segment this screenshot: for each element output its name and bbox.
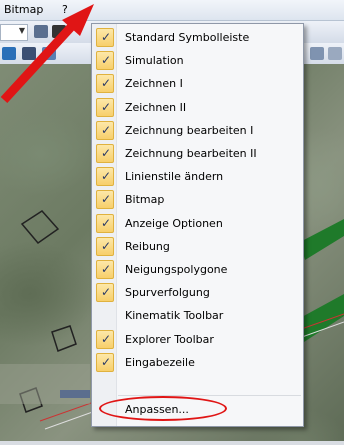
toolbar-icon[interactable]	[328, 47, 342, 60]
menu-item[interactable]: ✓ Reibung	[94, 236, 299, 258]
menu-item-label: Spurverfolgung	[125, 286, 210, 300]
menu-item[interactable]: ✓ Zeichnen I	[94, 73, 299, 95]
menu-item-label: Neigungspolygone	[125, 263, 228, 276]
highlight-ellipse	[99, 396, 227, 421]
menu-item-label: Reibung	[125, 239, 170, 253]
checkmark-icon: ✓	[96, 167, 114, 187]
menu-help[interactable]: ?	[62, 3, 68, 16]
menu-item[interactable]: ✓ Linienstile ändern	[94, 166, 299, 188]
menu-bitmap[interactable]: Bitmap	[4, 3, 43, 16]
chevron-down-icon: ▼	[18, 26, 25, 35]
checkmark-icon: ✓	[96, 120, 114, 140]
toolbar-icon[interactable]	[52, 25, 66, 38]
menu-item-label: Zeichnen I	[125, 77, 183, 91]
menu-item-label: Linienstile ändern	[125, 170, 224, 184]
menu-item[interactable]: ✓ Simulation	[94, 50, 299, 72]
menu-item-label: Zeichnung bearbeiten II	[125, 147, 257, 160]
menu-item-label: Eingabezeile	[125, 355, 195, 369]
checkmark-icon: ✓	[96, 144, 114, 163]
menu-item-label: Anzeige Optionen	[125, 216, 223, 230]
menu-item-label: Explorer Toolbar	[125, 332, 214, 346]
menu-bar: Bitmap ?	[0, 0, 344, 21]
menu-item-label: Simulation	[125, 54, 184, 68]
menu-item[interactable]: ✓ Zeichnen II	[94, 97, 299, 119]
toolbar-icon[interactable]	[34, 25, 48, 38]
checkmark-icon: ✓	[96, 329, 114, 349]
menu-item-label: Bitmap	[125, 193, 165, 207]
checkmark-icon: ✓	[96, 260, 114, 279]
menu-item-label: Zeichnen II	[125, 100, 187, 114]
checkmark-icon: ✓	[96, 51, 114, 71]
checkmark-icon: ✓	[96, 97, 114, 117]
menu-item-label: Zeichnung bearbeiten I	[125, 123, 254, 137]
toolbar-combo[interactable]: ▼	[0, 24, 28, 41]
menu-item[interactable]: ✓ Neigungspolygone	[94, 259, 299, 281]
menu-item[interactable]: ✓ Spurverfolgung	[94, 282, 299, 304]
menu-item[interactable]: ✓ Anzeige Optionen	[94, 213, 299, 235]
checkmark-icon: ✓	[96, 190, 114, 210]
menu-item[interactable]: ✓ Standard Symbolleiste	[94, 27, 299, 49]
menu-item[interactable]: ✓ Eingabezeile	[94, 352, 299, 374]
menu-item[interactable]: ✓ Zeichnung bearbeiten II	[94, 143, 299, 165]
checkmark-icon: ✓	[96, 28, 114, 47]
menu-item[interactable]: ✓ Bitmap	[94, 189, 299, 211]
menu-item-label: Standard Symbolleiste	[125, 31, 250, 44]
checkmark-icon: ✓	[96, 74, 114, 94]
checkmark-icon: ✓	[96, 236, 114, 256]
toolbar-icon[interactable]	[22, 47, 36, 60]
toolbar-context-menu: ✓ Standard Symbolleiste ✓ Simulation ✓ Zeichn…	[91, 23, 304, 427]
menu-item[interactable]: ✓ Explorer Toolbar	[94, 329, 299, 351]
toolbar-icon[interactable]	[310, 47, 324, 60]
menu-item[interactable]: ✓ Zeichnung bearbeiten I	[94, 120, 299, 142]
checkmark-icon: ✓	[96, 352, 114, 372]
menu-item[interactable]: Kinematik Toolbar	[94, 305, 299, 327]
toolbar-icon[interactable]	[2, 47, 16, 60]
checkmark-icon: ✓	[96, 283, 114, 303]
save-icon[interactable]	[42, 47, 56, 60]
checkmark-icon: ✓	[96, 213, 114, 233]
menu-item-label: Kinematik Toolbar	[125, 309, 224, 323]
